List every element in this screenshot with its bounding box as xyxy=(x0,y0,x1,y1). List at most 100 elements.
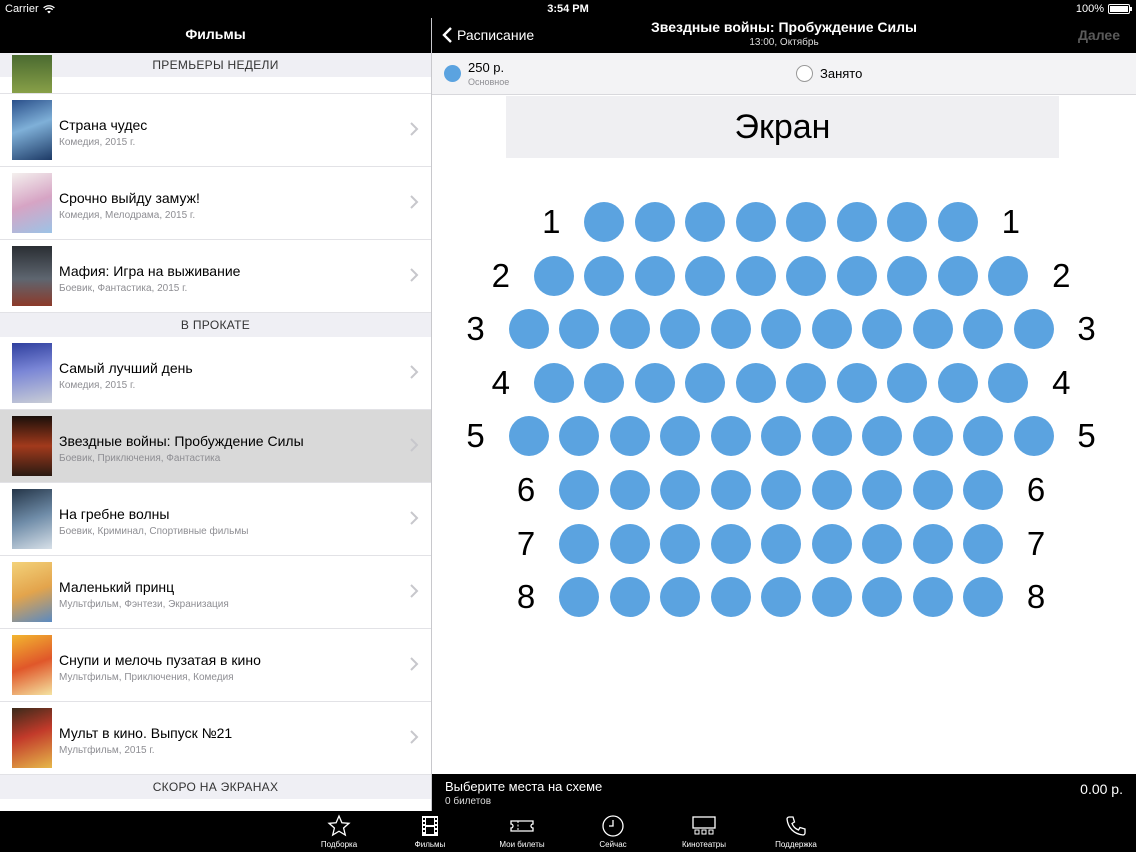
list-item-movie-selected[interactable]: Звездные войны: Пробуждение Силы Боевик,… xyxy=(0,410,431,483)
seat[interactable] xyxy=(761,470,801,510)
seat[interactable] xyxy=(685,202,726,242)
seat[interactable] xyxy=(584,255,625,296)
seat[interactable] xyxy=(710,416,751,457)
seat[interactable] xyxy=(508,416,549,457)
seat[interactable] xyxy=(559,470,599,510)
tab-selection[interactable]: Подборка xyxy=(299,814,379,849)
seat[interactable] xyxy=(836,255,877,296)
seat[interactable] xyxy=(912,470,953,510)
seat[interactable] xyxy=(685,255,726,296)
seat[interactable] xyxy=(1013,416,1054,457)
seat[interactable] xyxy=(963,577,1003,618)
seat[interactable] xyxy=(912,416,953,457)
tab-my-tickets[interactable]: Мои билеты xyxy=(482,814,562,849)
row-label: 5 xyxy=(466,417,485,455)
list-item-movie[interactable]: Срочно выйду замуж! Комедия, Мелодрама, … xyxy=(0,167,431,240)
list-item-movie[interactable]: Самый лучший день Комедия, 2015 г. xyxy=(0,337,431,410)
seat[interactable] xyxy=(533,255,574,296)
seat[interactable] xyxy=(710,470,751,510)
seat[interactable] xyxy=(761,416,801,457)
seat[interactable] xyxy=(609,309,650,350)
seat[interactable] xyxy=(836,362,877,403)
seat[interactable] xyxy=(963,470,1003,510)
tab-films[interactable]: Фильмы xyxy=(390,814,470,849)
next-button[interactable]: Далее xyxy=(1078,27,1120,43)
seat[interactable] xyxy=(887,362,928,403)
seat[interactable] xyxy=(559,309,599,350)
seat[interactable] xyxy=(533,362,574,403)
seat[interactable] xyxy=(685,362,726,403)
seat[interactable] xyxy=(862,470,902,510)
phone-icon xyxy=(786,816,806,836)
seat[interactable] xyxy=(988,362,1029,403)
seat[interactable] xyxy=(761,309,801,350)
seat[interactable] xyxy=(634,362,675,403)
tab-cinemas[interactable]: Кинотеатры xyxy=(664,814,744,849)
list-item-partial[interactable] xyxy=(0,55,431,94)
seat[interactable] xyxy=(786,362,827,403)
seat[interactable] xyxy=(963,523,1003,564)
seat[interactable] xyxy=(710,309,751,350)
seat[interactable] xyxy=(735,202,776,242)
seat[interactable] xyxy=(559,577,599,618)
occupied-label: Занято xyxy=(820,66,863,81)
seat[interactable] xyxy=(761,523,801,564)
seat[interactable] xyxy=(811,577,852,618)
seat[interactable] xyxy=(660,577,700,618)
seat[interactable] xyxy=(786,202,827,242)
seat[interactable] xyxy=(609,577,650,618)
seat[interactable] xyxy=(912,309,953,350)
seat[interactable] xyxy=(937,202,978,242)
seat[interactable] xyxy=(710,523,751,564)
list-item-movie[interactable]: Снупи и мелочь пузатая в кино Мультфильм… xyxy=(0,629,431,702)
seat[interactable] xyxy=(988,255,1029,296)
seat[interactable] xyxy=(559,523,599,564)
seat[interactable] xyxy=(634,202,675,242)
seat[interactable] xyxy=(862,416,902,457)
seat[interactable] xyxy=(508,309,549,350)
seat[interactable] xyxy=(761,577,801,618)
seat[interactable] xyxy=(811,416,852,457)
seat[interactable] xyxy=(634,255,675,296)
tab-now[interactable]: Сейчас xyxy=(573,814,653,849)
occupied-seat-legend-dot xyxy=(796,65,813,82)
list-item-movie[interactable]: На гребне волны Боевик, Криминал, Спорти… xyxy=(0,483,431,556)
seat[interactable] xyxy=(862,309,902,350)
seat[interactable] xyxy=(811,309,852,350)
seat[interactable] xyxy=(811,470,852,510)
movies-header: Фильмы xyxy=(0,18,431,53)
seat[interactable] xyxy=(584,362,625,403)
list-item-movie[interactable]: Мафия: Игра на выживание Боевик, Фантаст… xyxy=(0,240,431,313)
seat[interactable] xyxy=(1013,309,1054,350)
seat[interactable] xyxy=(660,416,700,457)
seat[interactable] xyxy=(735,255,776,296)
seat[interactable] xyxy=(937,362,978,403)
list-item-movie[interactable]: Страна чудес Комедия, 2015 г. xyxy=(0,94,431,167)
seat[interactable] xyxy=(963,416,1003,457)
list-item-movie[interactable]: Мульт в кино. Выпуск №21 Мультфильм, 201… xyxy=(0,702,431,775)
seat[interactable] xyxy=(660,523,700,564)
seat[interactable] xyxy=(862,523,902,564)
seat[interactable] xyxy=(887,202,928,242)
seat[interactable] xyxy=(710,577,751,618)
seat[interactable] xyxy=(609,416,650,457)
seat[interactable] xyxy=(912,577,953,618)
seat[interactable] xyxy=(735,362,776,403)
seat[interactable] xyxy=(811,523,852,564)
seat[interactable] xyxy=(836,202,877,242)
seat[interactable] xyxy=(862,577,902,618)
list-item-movie[interactable]: Маленький принц Мультфильм, Фэнтези, Экр… xyxy=(0,556,431,629)
tab-support[interactable]: Поддержка xyxy=(756,814,836,849)
seat[interactable] xyxy=(559,416,599,457)
movie-poster xyxy=(12,55,52,93)
seat[interactable] xyxy=(937,255,978,296)
seat[interactable] xyxy=(887,255,928,296)
seat[interactable] xyxy=(584,202,625,242)
seat[interactable] xyxy=(912,523,953,564)
seat[interactable] xyxy=(786,255,827,296)
seat[interactable] xyxy=(660,309,700,350)
seat[interactable] xyxy=(660,470,700,510)
seat[interactable] xyxy=(609,470,650,510)
seat[interactable] xyxy=(609,523,650,564)
seat[interactable] xyxy=(963,309,1003,350)
